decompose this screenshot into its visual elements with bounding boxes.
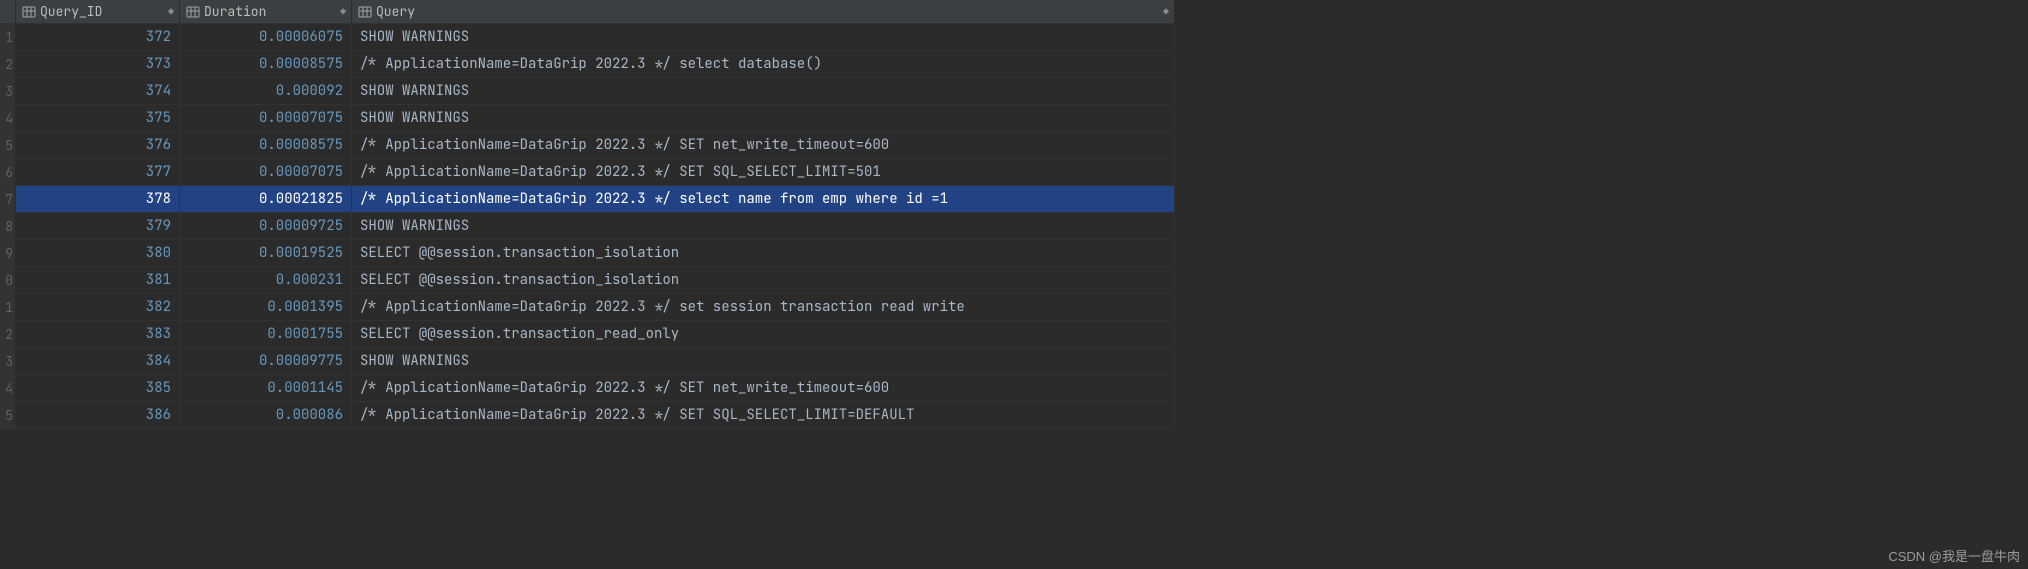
cell-query[interactable]: /* ApplicationName=DataGrip 2022.3 */ SE… [352, 375, 1175, 401]
table-row[interactable]: 83790.00009725SHOW WARNINGS [0, 213, 1175, 240]
cell-query[interactable]: SHOW WARNINGS [352, 213, 1175, 239]
cell-query[interactable]: /* ApplicationName=DataGrip 2022.3 */ SE… [352, 402, 1175, 428]
row-number: 2 [0, 51, 16, 77]
row-number: 1 [0, 24, 16, 50]
cell-query[interactable]: SELECT @@session.transaction_isolation [352, 267, 1175, 293]
column-label: Query_ID [40, 3, 102, 20]
table-row[interactable]: 23830.0001755SELECT @@session.transactio… [0, 321, 1175, 348]
cell-query[interactable]: SELECT @@session.transaction_isolation [352, 240, 1175, 266]
column-icon [22, 5, 36, 19]
table-row[interactable]: 73780.00021825/* ApplicationName=DataGri… [0, 186, 1175, 213]
table-row[interactable]: 33840.00009775SHOW WARNINGS [0, 348, 1175, 375]
cell-query-id[interactable]: 373 [16, 51, 180, 77]
cell-duration[interactable]: 0.00007075 [180, 105, 352, 131]
row-number: 5 [0, 132, 16, 158]
table-row[interactable]: 23730.00008575/* ApplicationName=DataGri… [0, 51, 1175, 78]
cell-duration[interactable]: 0.00009725 [180, 213, 352, 239]
row-number: 0 [0, 267, 16, 293]
cell-query[interactable]: SHOW WARNINGS [352, 78, 1175, 104]
cell-duration[interactable]: 0.00009775 [180, 348, 352, 374]
cell-query-id[interactable]: 383 [16, 321, 180, 347]
column-icon [186, 5, 200, 19]
cell-query[interactable]: SHOW WARNINGS [352, 105, 1175, 131]
cell-query-id[interactable]: 385 [16, 375, 180, 401]
sort-icon: ◆ [1163, 5, 1168, 18]
cell-duration[interactable]: 0.000231 [180, 267, 352, 293]
cell-query-id[interactable]: 386 [16, 402, 180, 428]
column-header-query[interactable]: Query ◆ [352, 0, 1175, 23]
row-number: 3 [0, 348, 16, 374]
cell-query[interactable]: /* ApplicationName=DataGrip 2022.3 */ se… [352, 294, 1175, 320]
row-number: 7 [0, 186, 16, 212]
cell-query-id[interactable]: 384 [16, 348, 180, 374]
cell-query-id[interactable]: 379 [16, 213, 180, 239]
cell-duration[interactable]: 0.00019525 [180, 240, 352, 266]
gutter-header [0, 0, 16, 23]
row-number: 3 [0, 78, 16, 104]
cell-duration[interactable]: 0.00006075 [180, 24, 352, 50]
column-label: Query [376, 3, 415, 20]
table-row[interactable]: 13820.0001395/* ApplicationName=DataGrip… [0, 294, 1175, 321]
cell-duration[interactable]: 0.0001395 [180, 294, 352, 320]
table-row[interactable]: 63770.00007075/* ApplicationName=DataGri… [0, 159, 1175, 186]
cell-query-id[interactable]: 380 [16, 240, 180, 266]
cell-query[interactable]: SHOW WARNINGS [352, 348, 1175, 374]
cell-query[interactable]: SELECT @@session.transaction_read_only [352, 321, 1175, 347]
table-row[interactable]: 13720.00006075SHOW WARNINGS [0, 24, 1175, 51]
cell-query-id[interactable]: 372 [16, 24, 180, 50]
cell-query[interactable]: /* ApplicationName=DataGrip 2022.3 */ se… [352, 186, 1175, 212]
row-number: 1 [0, 294, 16, 320]
cell-query[interactable]: /* ApplicationName=DataGrip 2022.3 */ SE… [352, 159, 1175, 185]
cell-query-id[interactable]: 381 [16, 267, 180, 293]
cell-duration[interactable]: 0.000092 [180, 78, 352, 104]
column-label: Duration [204, 3, 266, 20]
table-row[interactable]: 33740.000092SHOW WARNINGS [0, 78, 1175, 105]
cell-duration[interactable]: 0.000086 [180, 402, 352, 428]
row-number: 9 [0, 240, 16, 266]
table-row[interactable]: 53860.000086/* ApplicationName=DataGrip … [0, 402, 1175, 429]
column-header-duration[interactable]: Duration ◆ [180, 0, 352, 23]
column-header-query-id[interactable]: Query_ID ◆ [16, 0, 180, 23]
table-row[interactable]: 93800.00019525SELECT @@session.transacti… [0, 240, 1175, 267]
table-row[interactable]: 03810.000231SELECT @@session.transaction… [0, 267, 1175, 294]
column-icon [358, 5, 372, 19]
row-number: 5 [0, 402, 16, 428]
cell-duration[interactable]: 0.00008575 [180, 132, 352, 158]
cell-query[interactable]: /* ApplicationName=DataGrip 2022.3 */ SE… [352, 132, 1175, 158]
row-number: 4 [0, 375, 16, 401]
cell-query-id[interactable]: 377 [16, 159, 180, 185]
cell-query-id[interactable]: 374 [16, 78, 180, 104]
cell-duration[interactable]: 0.0001755 [180, 321, 352, 347]
table-row[interactable]: 43750.00007075SHOW WARNINGS [0, 105, 1175, 132]
cell-query[interactable]: SHOW WARNINGS [352, 24, 1175, 50]
table-row[interactable]: 43850.0001145/* ApplicationName=DataGrip… [0, 375, 1175, 402]
cell-query-id[interactable]: 378 [16, 186, 180, 212]
empty-panel [1175, 0, 2028, 569]
cell-duration[interactable]: 0.00008575 [180, 51, 352, 77]
cell-duration[interactable]: 0.00007075 [180, 159, 352, 185]
watermark: CSDN @我是一盘牛肉 [1888, 546, 2020, 565]
table-row[interactable]: 53760.00008575/* ApplicationName=DataGri… [0, 132, 1175, 159]
cell-query-id[interactable]: 376 [16, 132, 180, 158]
result-grid[interactable]: Query_ID ◆ Duration ◆ Query ◆ 13720.0000… [0, 0, 1175, 429]
row-number: 4 [0, 105, 16, 131]
cell-query-id[interactable]: 375 [16, 105, 180, 131]
cell-duration[interactable]: 0.00021825 [180, 186, 352, 212]
cell-query-id[interactable]: 382 [16, 294, 180, 320]
sort-icon: ◆ [340, 5, 345, 18]
row-number: 2 [0, 321, 16, 347]
row-number: 6 [0, 159, 16, 185]
cell-duration[interactable]: 0.0001145 [180, 375, 352, 401]
sort-icon: ◆ [168, 5, 173, 18]
row-number: 8 [0, 213, 16, 239]
cell-query[interactable]: /* ApplicationName=DataGrip 2022.3 */ se… [352, 51, 1175, 77]
rows-container: 13720.00006075SHOW WARNINGS23730.0000857… [0, 24, 1175, 429]
column-header-row: Query_ID ◆ Duration ◆ Query ◆ [0, 0, 1175, 24]
